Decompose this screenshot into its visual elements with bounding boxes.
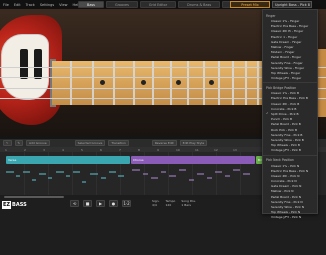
ruler-mark: 5 [81, 147, 83, 152]
reverse-edit-button[interactable]: Reverse Edit [151, 140, 177, 146]
ruler-mark: 9 [157, 147, 159, 152]
transport-info: Sign. 4/4 Tempo 120 Song Pos. 1 Bars [152, 199, 196, 207]
transport-controls: ⟲ ■ ▶ ● 1·2 [70, 200, 131, 207]
add-groove-button[interactable]: Add Groove [26, 140, 50, 146]
fret-marker [209, 80, 214, 85]
pickup [20, 49, 28, 79]
app-window: File Edit Track Settings View Help Bass … [0, 0, 326, 255]
midi-notes [6, 169, 250, 183]
ruler-mark: 1 [5, 147, 7, 152]
ruler-mark: 2 [24, 147, 26, 152]
menu-settings[interactable]: Settings [40, 3, 54, 7]
stop-button[interactable]: ■ [83, 200, 92, 207]
song-part-block[interactable]: Verse [6, 156, 130, 164]
ruler-mark: 6 [100, 147, 102, 152]
menu-divider [263, 82, 317, 84]
song-part-block[interactable]: Chorus [131, 156, 255, 164]
dropdown-item[interactable]: Vintage J/F3 - Finger [263, 76, 317, 81]
ruler-mark: 10 [176, 147, 180, 152]
ruler-mark: 7 [119, 147, 121, 152]
menu-track[interactable]: Track [26, 3, 35, 7]
tab-grid-editor[interactable]: Grid Editor [139, 1, 177, 8]
selected-groove-button[interactable]: Selected Groove [74, 140, 106, 146]
play-button[interactable]: ▶ [96, 200, 105, 207]
pointer-tool[interactable]: ↖ [3, 140, 12, 146]
signature-display[interactable]: Sign. 4/4 [152, 199, 160, 207]
ruler-mark: 3 [43, 147, 45, 152]
tempo-value: 120 [165, 202, 172, 207]
group-heading: Pick Bridge Position [266, 85, 297, 90]
group-heading: Finger [266, 13, 276, 18]
signature-value: 4/4 [152, 202, 157, 207]
fret-marker [176, 80, 181, 85]
transition-dropdown[interactable]: Transition [108, 140, 129, 146]
ruler-mark: 8 [138, 147, 140, 152]
scrollbar-thumb[interactable] [4, 196, 64, 198]
logo-ez: EZ [2, 201, 12, 209]
pickup [34, 49, 42, 79]
ruler-mark: 4 [62, 147, 64, 152]
preset-dropdown-menu[interactable]: Finger Classic 1% - Finger Electric Era B… [262, 9, 318, 219]
loop-button[interactable]: ⟲ [70, 200, 79, 207]
tab-drums-bass[interactable]: Drums & Bass [178, 1, 221, 8]
ruler-mark: 12 [214, 147, 218, 152]
edit-play-style-button[interactable]: Edit Play Style [179, 140, 208, 146]
ezbass-logo: EZ BASS [2, 199, 28, 211]
count-in-button[interactable]: 1·2 [122, 200, 131, 207]
menu-file[interactable]: File [3, 3, 9, 7]
ruler-mark: 13 [233, 147, 237, 152]
logo-bass: BASS [12, 202, 27, 208]
dropdown-item[interactable]: Vintage J/F3 - Pick N [263, 215, 317, 220]
pencil-tool[interactable]: ✎ [14, 140, 24, 146]
preset-mix-button[interactable]: Preset Mix [230, 1, 270, 8]
song-position-value: 1 Bars [181, 202, 191, 207]
ruler-mark: 11 [195, 147, 199, 152]
tab-bass[interactable]: Bass [78, 1, 104, 8]
menu-edit[interactable]: Edit [14, 3, 21, 7]
group-heading: Pick Neck Position [266, 158, 294, 162]
dropdown-item[interactable]: Vintage J/F3 - Pick B [263, 148, 317, 153]
record-button[interactable]: ● [109, 200, 118, 207]
preset-selector[interactable]: Upright Bass - Pick 8 [272, 1, 312, 8]
fret-marker [100, 80, 105, 85]
song-position-display: Song Pos. 1 Bars [181, 199, 196, 207]
menu-divider [263, 154, 317, 156]
fret-marker [141, 80, 146, 85]
tab-grooves[interactable]: Grooves [105, 1, 138, 8]
tempo-display[interactable]: Tempo 120 [165, 199, 176, 207]
menu-view[interactable]: View [59, 3, 67, 7]
